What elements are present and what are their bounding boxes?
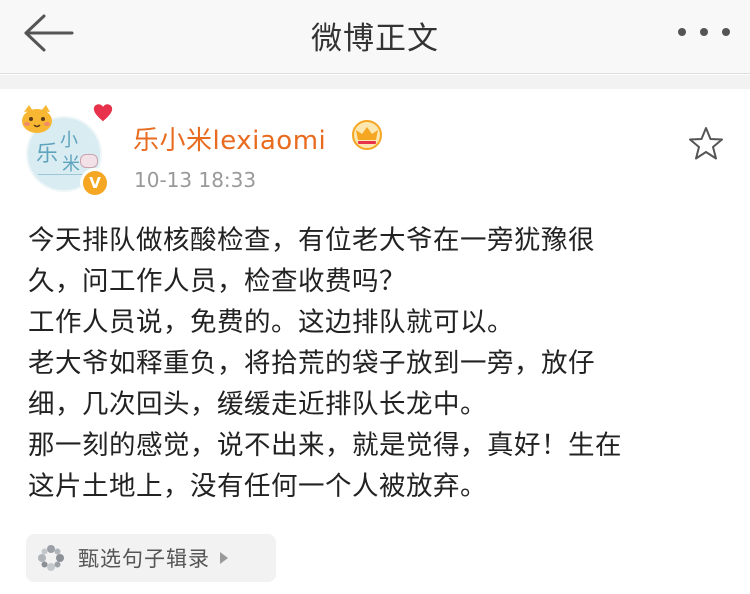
section-divider <box>0 75 750 89</box>
topic-tag-label: 甄选句子辑录 <box>78 547 210 571</box>
post-text-line: 那一刻的感觉，说不出来，就是觉得，真好！生在 <box>28 430 622 461</box>
post-text-line: 细，几次回头，缓缓走近排队长龙中。 <box>28 389 487 420</box>
post-text-line: 今天排队做核酸检查，有位老大爷在一旁犹豫很 <box>28 225 595 256</box>
page-title: 微博正文 <box>311 21 439 57</box>
more-dots-icon <box>722 28 730 36</box>
cat-face-icon <box>22 105 52 133</box>
avatar-char: 乐 <box>36 142 59 167</box>
top-nav-bar: 微博正文 <box>0 0 750 74</box>
avatar-char: 小 <box>60 130 78 151</box>
avatar-dog-icon <box>80 154 98 168</box>
post-timestamp: 10-13 18:33 <box>134 168 257 192</box>
heart-icon <box>93 104 113 122</box>
post-text-line: 老大爷如释重负，将拾荒的袋子放到一旁，放仔 <box>28 348 595 379</box>
author-name[interactable]: 乐小米lexiaomi <box>133 120 326 157</box>
verified-v-icon: V <box>80 168 110 198</box>
crown-icon <box>352 120 382 150</box>
more-options-button[interactable] <box>678 12 730 52</box>
post-content: 今天排队做核酸检查，有位老大爷在一旁犹豫很 久，问工作人员，检查收费吗？ 工作人员说… <box>28 220 728 507</box>
star-outline-icon[interactable] <box>686 124 726 164</box>
avatar-char: 米 <box>62 154 80 175</box>
post-text-line: 这片土地上，没有任何一个人被放弃。 <box>28 471 487 502</box>
more-dots-icon <box>678 28 686 36</box>
post-text-line: 工作人员说，免费的。这边排队就可以。 <box>28 307 514 338</box>
topic-tag-button[interactable]: 甄选句子辑录 <box>26 534 276 582</box>
more-dots-icon <box>700 28 708 36</box>
flower-icon <box>38 545 64 571</box>
post-text-line: 久，问工作人员，检查收费吗？ <box>28 266 406 297</box>
caret-right-icon <box>220 552 228 564</box>
